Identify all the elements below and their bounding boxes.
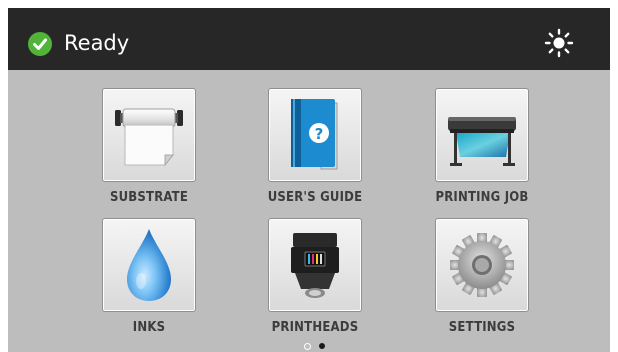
status-text: Ready — [64, 31, 130, 55]
printhead-icon — [291, 233, 339, 298]
tile-users-guide[interactable]: ? USER'S GUIDE — [268, 88, 362, 212]
tile-users-guide-button[interactable]: ? — [268, 88, 362, 182]
tile-substrate[interactable]: SUBSTRATE — [102, 88, 196, 212]
tile-printing-job[interactable]: PRINTING JOB — [435, 88, 529, 212]
substrate-roll-icon — [115, 108, 183, 167]
tile-printheads[interactable]: PRINTHEADS — [268, 218, 362, 342]
users-guide-book-icon: ? — [291, 99, 338, 170]
tile-printing-job-button[interactable] — [435, 88, 529, 182]
control-panel-screen: Ready SUBSTRATE ? USER'S GUIDE PRINTING … — [8, 8, 610, 352]
ink-drop-icon — [127, 229, 171, 301]
tile-inks-label: INKS — [132, 320, 166, 335]
svg-text:?: ? — [315, 125, 324, 143]
tile-settings-button[interactable] — [435, 218, 529, 312]
tile-settings[interactable]: SETTINGS — [435, 218, 529, 342]
tile-inks[interactable]: INKS — [102, 218, 196, 342]
tile-printheads-button[interactable] — [268, 218, 362, 312]
printer-icon — [448, 117, 516, 166]
tile-substrate-button[interactable] — [102, 88, 196, 182]
status-bar: Ready — [8, 8, 610, 70]
tile-printing-job-label: PRINTING JOB — [435, 190, 529, 205]
tile-printheads-label: PRINTHEADS — [271, 320, 359, 335]
tile-settings-label: SETTINGS — [448, 320, 516, 335]
sun-icon — [544, 28, 574, 58]
page-dot-1[interactable] — [304, 343, 311, 350]
pagination-dots — [300, 343, 330, 352]
tile-substrate-label: SUBSTRATE — [109, 190, 189, 205]
check-circle-icon — [28, 32, 52, 56]
gear-icon — [450, 233, 514, 297]
tile-users-guide-label: USER'S GUIDE — [267, 190, 363, 205]
brightness-button[interactable] — [544, 28, 574, 58]
tile-inks-button[interactable] — [102, 218, 196, 312]
page-dot-2[interactable] — [319, 343, 325, 349]
